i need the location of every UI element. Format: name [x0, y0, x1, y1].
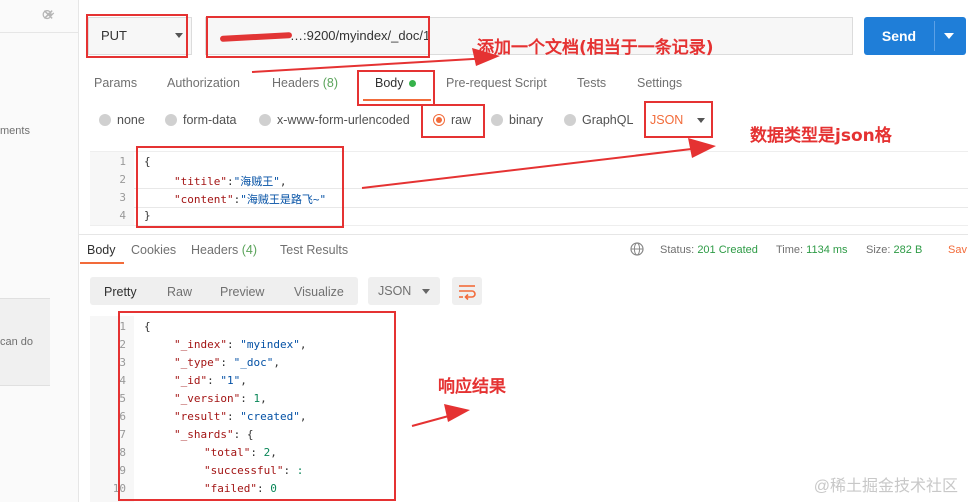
annotation-note: 数据类型是json格: [750, 126, 892, 146]
save-response-button[interactable]: Sav: [948, 244, 967, 256]
annotation-box-body-tab: [357, 70, 435, 106]
annotation-box-method: [86, 14, 188, 58]
view-preview[interactable]: Preview: [220, 285, 264, 299]
radio-label: x-www-form-urlencoded: [277, 113, 410, 127]
watermark: @稀土掘金技术社区: [813, 478, 958, 495]
sidebar-snippet: can do: [0, 336, 34, 348]
response-tab-headers[interactable]: Headers (4): [191, 243, 257, 257]
tab-label: Headers: [191, 243, 239, 257]
send-button[interactable]: Send: [864, 17, 966, 55]
radio-graphql[interactable]: [564, 114, 576, 126]
tab-label: Params: [94, 76, 138, 90]
tab-authorization[interactable]: Authorization: [167, 76, 240, 90]
response-format-value: JSON: [378, 284, 412, 298]
meta-label: Time:: [776, 244, 804, 256]
divider: [78, 234, 968, 235]
response-time: Time: 1134 ms: [776, 244, 848, 256]
line-number: 3: [119, 191, 126, 204]
chevron-down-icon[interactable]: [944, 33, 954, 39]
tab-tests[interactable]: Tests: [577, 76, 606, 90]
meta-label: Status:: [660, 244, 695, 256]
status-badge: 201 Created: [697, 244, 758, 256]
tab-label: Authorization: [167, 76, 240, 90]
radio-label: binary: [509, 113, 544, 127]
response-tab-cookies[interactable]: Cookies: [131, 243, 176, 257]
radio-label: none: [117, 113, 145, 127]
sidebar: ✕ ments can do: [0, 0, 79, 502]
radio-binary[interactable]: [491, 114, 503, 126]
meta-label: Size:: [866, 244, 891, 256]
annotation-box-url: [206, 16, 430, 58]
annotation-box-request-body: [136, 146, 344, 228]
response-size: Size: 282 B: [866, 244, 922, 256]
view-raw[interactable]: Raw: [167, 285, 192, 299]
radio-none[interactable]: [99, 114, 111, 126]
chevron-down-icon: [422, 289, 430, 294]
tab-label: Cookies: [131, 243, 177, 257]
tab-count: (8): [322, 76, 339, 90]
response-tab-body[interactable]: Body: [87, 243, 116, 257]
sidebar-snippet: ments: [0, 125, 30, 137]
tab-label: Tests: [577, 76, 607, 90]
line-number: 1: [119, 155, 126, 168]
tab-params[interactable]: Params: [94, 76, 137, 90]
meta-value: 282 B: [893, 244, 923, 256]
tab-headers[interactable]: Headers (8): [272, 76, 338, 90]
tab-label: Headers: [272, 76, 320, 90]
radio-label: form-data: [183, 113, 237, 127]
tab-label: Settings: [637, 76, 683, 90]
radio-label: GraphQL: [582, 113, 634, 127]
sidebar-top: ✕: [0, 0, 78, 33]
response-status: Status: 201 Created: [660, 244, 758, 256]
globe-icon[interactable]: [630, 242, 644, 256]
tab-label: Pre-request Script: [446, 76, 547, 90]
view-pretty[interactable]: Pretty: [104, 285, 137, 299]
wrap-lines-button[interactable]: [452, 277, 482, 305]
tab-pre-request-script[interactable]: Pre-request Script: [446, 76, 547, 90]
send-label: Send: [881, 28, 917, 44]
response-tab-test-results[interactable]: Test Results: [280, 243, 348, 257]
wrap-icon: [459, 285, 476, 301]
refresh-icon[interactable]: ⟳: [42, 6, 55, 24]
view-visualize[interactable]: Visualize: [294, 285, 344, 299]
response-format-select[interactable]: JSON: [368, 277, 440, 305]
tab-count: (4): [241, 243, 258, 257]
sidebar-card[interactable]: can do: [0, 298, 50, 386]
radio-x-www-form-urlencoded[interactable]: [259, 114, 271, 126]
radio-form-data[interactable]: [165, 114, 177, 126]
annotation-note: 响应结果: [438, 377, 506, 397]
tab-settings[interactable]: Settings: [637, 76, 682, 90]
annotation-box-response-body: [118, 311, 396, 501]
active-tab-indicator: [80, 262, 124, 264]
annotation-box-raw: [421, 104, 485, 138]
meta-value: 1134 ms: [806, 244, 848, 256]
tab-label: Test Results: [280, 243, 349, 257]
line-number: 2: [119, 173, 126, 186]
annotation-note: 添加一个文档(相当于一条记录): [477, 38, 714, 58]
send-divider: [934, 21, 935, 51]
annotation-box-json: [644, 101, 713, 138]
line-number: 4: [119, 209, 126, 222]
tab-label: Body: [87, 243, 116, 257]
